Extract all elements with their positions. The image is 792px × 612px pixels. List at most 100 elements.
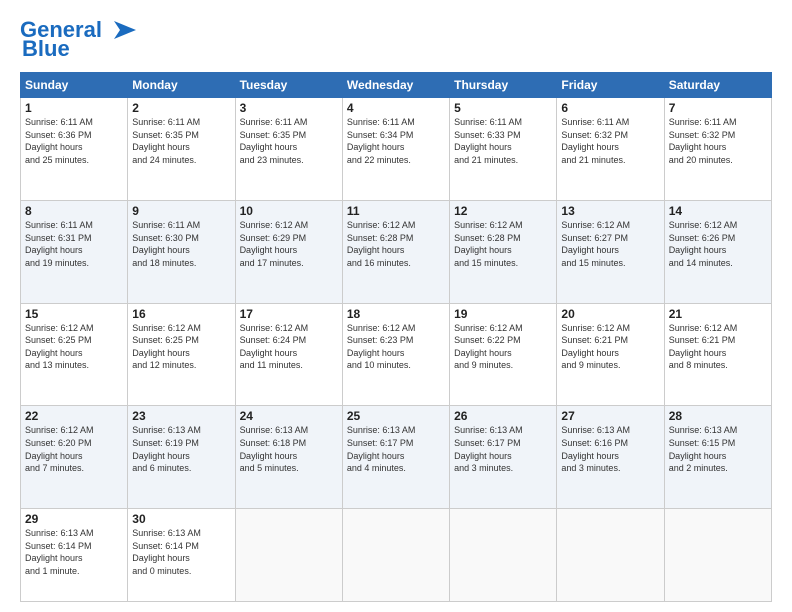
calendar-cell: 23 Sunrise: 6:13 AM Sunset: 6:19 PM Dayl… (128, 406, 235, 509)
calendar-cell: 4 Sunrise: 6:11 AM Sunset: 6:34 PM Dayli… (342, 98, 449, 201)
calendar-cell (557, 509, 664, 602)
cell-info: Sunrise: 6:11 AM Sunset: 6:36 PM Dayligh… (25, 116, 123, 166)
cell-info: Sunrise: 6:11 AM Sunset: 6:33 PM Dayligh… (454, 116, 552, 166)
calendar-cell: 14 Sunrise: 6:12 AM Sunset: 6:26 PM Dayl… (664, 200, 771, 303)
day-number: 21 (669, 307, 767, 321)
cell-info: Sunrise: 6:12 AM Sunset: 6:28 PM Dayligh… (347, 219, 445, 269)
cell-info: Sunrise: 6:12 AM Sunset: 6:23 PM Dayligh… (347, 322, 445, 372)
calendar-cell: 20 Sunrise: 6:12 AM Sunset: 6:21 PM Dayl… (557, 303, 664, 406)
day-number: 1 (25, 101, 123, 115)
day-number: 14 (669, 204, 767, 218)
logo-arrow-icon (104, 19, 136, 41)
day-number: 22 (25, 409, 123, 423)
calendar-cell: 21 Sunrise: 6:12 AM Sunset: 6:21 PM Dayl… (664, 303, 771, 406)
calendar-week-row: 29 Sunrise: 6:13 AM Sunset: 6:14 PM Dayl… (21, 509, 772, 602)
cell-info: Sunrise: 6:11 AM Sunset: 6:30 PM Dayligh… (132, 219, 230, 269)
day-number: 25 (347, 409, 445, 423)
day-number: 20 (561, 307, 659, 321)
day-number: 19 (454, 307, 552, 321)
cell-info: Sunrise: 6:13 AM Sunset: 6:14 PM Dayligh… (132, 527, 230, 577)
cell-info: Sunrise: 6:11 AM Sunset: 6:31 PM Dayligh… (25, 219, 123, 269)
cell-info: Sunrise: 6:13 AM Sunset: 6:16 PM Dayligh… (561, 424, 659, 474)
cell-info: Sunrise: 6:11 AM Sunset: 6:32 PM Dayligh… (669, 116, 767, 166)
calendar-cell: 18 Sunrise: 6:12 AM Sunset: 6:23 PM Dayl… (342, 303, 449, 406)
cell-info: Sunrise: 6:12 AM Sunset: 6:29 PM Dayligh… (240, 219, 338, 269)
weekday-header: Monday (128, 73, 235, 98)
cell-info: Sunrise: 6:12 AM Sunset: 6:22 PM Dayligh… (454, 322, 552, 372)
day-number: 7 (669, 101, 767, 115)
calendar-cell: 11 Sunrise: 6:12 AM Sunset: 6:28 PM Dayl… (342, 200, 449, 303)
calendar-cell: 12 Sunrise: 6:12 AM Sunset: 6:28 PM Dayl… (450, 200, 557, 303)
calendar-cell: 8 Sunrise: 6:11 AM Sunset: 6:31 PM Dayli… (21, 200, 128, 303)
day-number: 16 (132, 307, 230, 321)
day-number: 8 (25, 204, 123, 218)
cell-info: Sunrise: 6:12 AM Sunset: 6:28 PM Dayligh… (454, 219, 552, 269)
day-number: 29 (25, 512, 123, 526)
calendar-cell: 16 Sunrise: 6:12 AM Sunset: 6:25 PM Dayl… (128, 303, 235, 406)
cell-info: Sunrise: 6:12 AM Sunset: 6:24 PM Dayligh… (240, 322, 338, 372)
day-number: 30 (132, 512, 230, 526)
cell-info: Sunrise: 6:13 AM Sunset: 6:17 PM Dayligh… (454, 424, 552, 474)
cell-info: Sunrise: 6:13 AM Sunset: 6:15 PM Dayligh… (669, 424, 767, 474)
cell-info: Sunrise: 6:11 AM Sunset: 6:34 PM Dayligh… (347, 116, 445, 166)
cell-info: Sunrise: 6:11 AM Sunset: 6:35 PM Dayligh… (132, 116, 230, 166)
day-number: 24 (240, 409, 338, 423)
logo-blue: Blue (22, 36, 70, 62)
calendar-week-row: 15 Sunrise: 6:12 AM Sunset: 6:25 PM Dayl… (21, 303, 772, 406)
day-number: 26 (454, 409, 552, 423)
calendar-cell: 25 Sunrise: 6:13 AM Sunset: 6:17 PM Dayl… (342, 406, 449, 509)
header: General Blue (20, 18, 772, 62)
day-number: 6 (561, 101, 659, 115)
cell-info: Sunrise: 6:12 AM Sunset: 6:21 PM Dayligh… (669, 322, 767, 372)
cell-info: Sunrise: 6:13 AM Sunset: 6:14 PM Dayligh… (25, 527, 123, 577)
cell-info: Sunrise: 6:12 AM Sunset: 6:26 PM Dayligh… (669, 219, 767, 269)
calendar-cell (235, 509, 342, 602)
day-number: 12 (454, 204, 552, 218)
calendar-cell: 19 Sunrise: 6:12 AM Sunset: 6:22 PM Dayl… (450, 303, 557, 406)
cell-info: Sunrise: 6:11 AM Sunset: 6:32 PM Dayligh… (561, 116, 659, 166)
calendar-cell: 6 Sunrise: 6:11 AM Sunset: 6:32 PM Dayli… (557, 98, 664, 201)
weekday-header: Wednesday (342, 73, 449, 98)
calendar-cell (664, 509, 771, 602)
calendar-cell: 29 Sunrise: 6:13 AM Sunset: 6:14 PM Dayl… (21, 509, 128, 602)
calendar-cell: 2 Sunrise: 6:11 AM Sunset: 6:35 PM Dayli… (128, 98, 235, 201)
calendar-cell: 10 Sunrise: 6:12 AM Sunset: 6:29 PM Dayl… (235, 200, 342, 303)
calendar-cell: 27 Sunrise: 6:13 AM Sunset: 6:16 PM Dayl… (557, 406, 664, 509)
calendar-cell: 13 Sunrise: 6:12 AM Sunset: 6:27 PM Dayl… (557, 200, 664, 303)
cell-info: Sunrise: 6:13 AM Sunset: 6:17 PM Dayligh… (347, 424, 445, 474)
calendar-cell: 15 Sunrise: 6:12 AM Sunset: 6:25 PM Dayl… (21, 303, 128, 406)
day-number: 13 (561, 204, 659, 218)
calendar-week-row: 8 Sunrise: 6:11 AM Sunset: 6:31 PM Dayli… (21, 200, 772, 303)
calendar-cell: 26 Sunrise: 6:13 AM Sunset: 6:17 PM Dayl… (450, 406, 557, 509)
day-number: 17 (240, 307, 338, 321)
weekday-header: Sunday (21, 73, 128, 98)
day-number: 4 (347, 101, 445, 115)
weekday-header: Saturday (664, 73, 771, 98)
cell-info: Sunrise: 6:11 AM Sunset: 6:35 PM Dayligh… (240, 116, 338, 166)
cell-info: Sunrise: 6:13 AM Sunset: 6:18 PM Dayligh… (240, 424, 338, 474)
calendar-cell: 7 Sunrise: 6:11 AM Sunset: 6:32 PM Dayli… (664, 98, 771, 201)
day-number: 11 (347, 204, 445, 218)
calendar-cell: 5 Sunrise: 6:11 AM Sunset: 6:33 PM Dayli… (450, 98, 557, 201)
calendar-cell (450, 509, 557, 602)
calendar-cell: 22 Sunrise: 6:12 AM Sunset: 6:20 PM Dayl… (21, 406, 128, 509)
calendar-cell (342, 509, 449, 602)
calendar-header-row: SundayMondayTuesdayWednesdayThursdayFrid… (21, 73, 772, 98)
calendar-cell: 30 Sunrise: 6:13 AM Sunset: 6:14 PM Dayl… (128, 509, 235, 602)
calendar-table: SundayMondayTuesdayWednesdayThursdayFrid… (20, 72, 772, 602)
weekday-header: Tuesday (235, 73, 342, 98)
calendar-week-row: 1 Sunrise: 6:11 AM Sunset: 6:36 PM Dayli… (21, 98, 772, 201)
cell-info: Sunrise: 6:12 AM Sunset: 6:21 PM Dayligh… (561, 322, 659, 372)
day-number: 18 (347, 307, 445, 321)
logo: General Blue (20, 18, 136, 62)
day-number: 27 (561, 409, 659, 423)
day-number: 15 (25, 307, 123, 321)
calendar-cell: 3 Sunrise: 6:11 AM Sunset: 6:35 PM Dayli… (235, 98, 342, 201)
cell-info: Sunrise: 6:13 AM Sunset: 6:19 PM Dayligh… (132, 424, 230, 474)
calendar-cell: 1 Sunrise: 6:11 AM Sunset: 6:36 PM Dayli… (21, 98, 128, 201)
day-number: 2 (132, 101, 230, 115)
cell-info: Sunrise: 6:12 AM Sunset: 6:25 PM Dayligh… (132, 322, 230, 372)
weekday-header: Thursday (450, 73, 557, 98)
calendar-cell: 17 Sunrise: 6:12 AM Sunset: 6:24 PM Dayl… (235, 303, 342, 406)
day-number: 10 (240, 204, 338, 218)
